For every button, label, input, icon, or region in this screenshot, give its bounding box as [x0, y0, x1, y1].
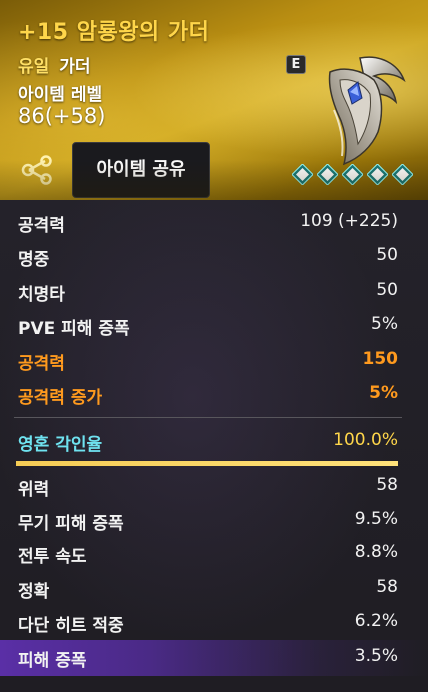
soul-stat-row-highlighted: 피해 증폭 3.5% — [0, 640, 428, 676]
enchant-stars — [292, 164, 413, 185]
stat-value: 6.2% — [354, 611, 398, 631]
soul-stat-row: 위력 58 — [0, 469, 428, 503]
stat-value: 3.5% — [354, 646, 398, 666]
item-level-value: 86(+58) — [18, 104, 106, 128]
share-tooltip: 아이템 공유 — [72, 142, 210, 198]
stat-label: 공격력 — [18, 216, 65, 236]
stat-label: 치명타 — [18, 285, 65, 305]
stat-value: 50 — [376, 245, 398, 265]
stat-label: 다단 히트 적중 — [18, 616, 124, 636]
bonus-stat-row: 공격력 증가 5% — [0, 377, 428, 411]
stat-value: 5% — [369, 383, 398, 403]
stats-panel: 공격력 109 (+225) 명중 50 치명타 50 PVE 피해 증폭 5%… — [0, 200, 428, 692]
soul-stat-row: 정확 58 — [0, 571, 428, 605]
stat-value: 9.5% — [354, 509, 398, 529]
stat-label: 명중 — [18, 250, 50, 270]
stat-value: 8.8% — [354, 542, 398, 562]
stat-value: 58 — [376, 475, 398, 495]
stat-value: 5% — [371, 314, 398, 334]
stat-value: 150 — [362, 349, 399, 369]
soul-rate-value: 100.0% — [333, 430, 398, 450]
stat-label: 정확 — [18, 582, 50, 602]
enchant-star-icon — [292, 164, 313, 185]
divider — [14, 417, 402, 418]
stat-value: 50 — [376, 280, 398, 300]
soul-stat-row: 전투 속도 8.8% — [0, 536, 428, 570]
stat-row: PVE 피해 증폭 5% — [0, 308, 428, 342]
stat-row: 치명타 50 — [0, 274, 428, 308]
enchant-star-icon — [342, 164, 363, 185]
soul-rate-row: 영혼 각인율 100.0% — [0, 424, 428, 458]
stat-row: 명중 50 — [0, 239, 428, 273]
item-type: 가더 — [59, 57, 91, 77]
soul-progress-fill — [16, 461, 398, 466]
bonus-stat-row: 공격력 150 — [0, 343, 428, 377]
soul-rate-label: 영혼 각인율 — [18, 435, 103, 455]
stat-label: 공격력 증가 — [18, 388, 103, 408]
stat-value: 109 (+225) — [300, 211, 398, 231]
stat-label: PVE 피해 증폭 — [18, 319, 130, 339]
soul-progress-bar — [16, 461, 398, 466]
stat-label: 피해 증폭 — [18, 651, 87, 671]
stat-row: 공격력 109 (+225) — [0, 205, 428, 239]
stat-label: 무기 피해 증폭 — [18, 514, 124, 534]
enchant-star-icon — [317, 164, 338, 185]
item-grade: 유일 — [18, 57, 50, 77]
share-icon[interactable] — [20, 155, 54, 185]
stat-value: 58 — [376, 577, 398, 597]
item-level-label: 아이템 레벨 — [18, 85, 103, 105]
enchant-star-icon — [367, 164, 388, 185]
stat-label: 공격력 — [18, 354, 65, 374]
enchant-star-icon — [392, 164, 413, 185]
soul-stat-row: 무기 피해 증폭 9.5% — [0, 503, 428, 537]
item-grade-line: 유일 가더 — [18, 52, 90, 77]
item-title: +15 암룡왕의 가더 — [18, 20, 210, 45]
stat-label: 전투 속도 — [18, 547, 87, 567]
stat-label: 위력 — [18, 480, 50, 500]
guarder-weapon-icon — [300, 50, 410, 170]
item-header: +15 암룡왕의 가더 유일 가더 아이템 레벨 86(+58) E 아이템 공… — [0, 0, 428, 200]
soul-stat-row: 다단 히트 적중 6.2% — [0, 605, 428, 639]
